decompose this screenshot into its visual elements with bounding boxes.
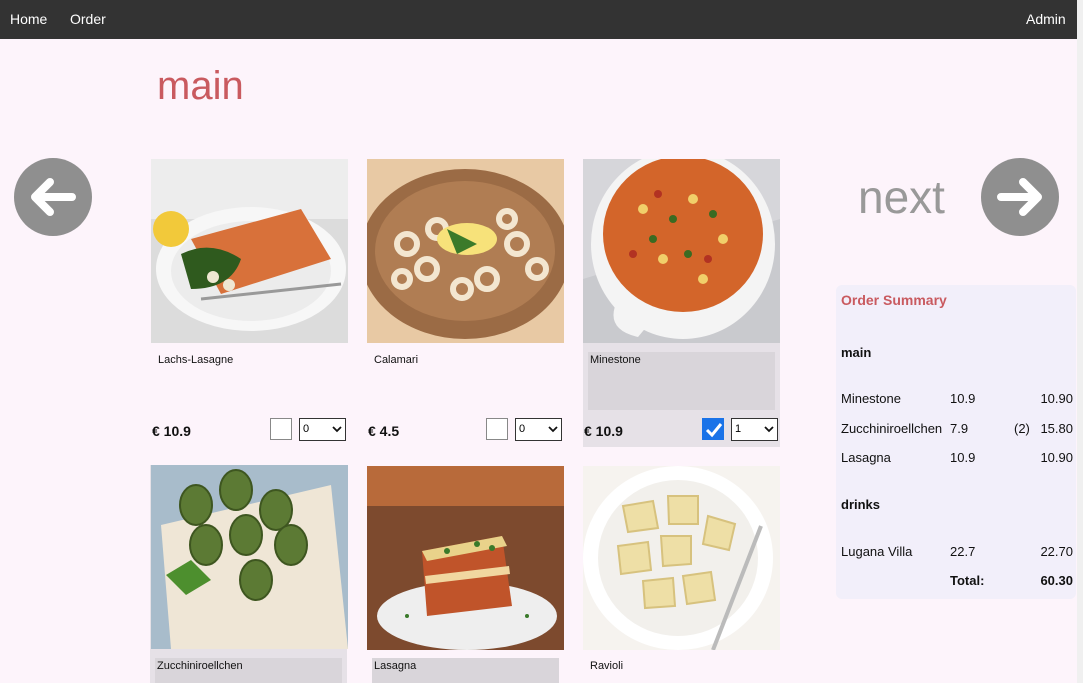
menu-card[interactable]: Lachs-Lasagne € 10.9 0 xyxy=(151,159,348,449)
order-summary-title: Order Summary xyxy=(841,292,947,308)
row-total: 15.80 xyxy=(1040,421,1073,436)
arrow-left-icon xyxy=(31,178,76,216)
quantity-select[interactable]: 0 xyxy=(299,418,346,441)
summary-section-title: drinks xyxy=(841,497,881,512)
scrollbar[interactable] xyxy=(1077,0,1083,683)
item-price: € 10.9 xyxy=(584,423,623,439)
checkmark-icon xyxy=(705,423,723,438)
item-name: Lachs-Lasagne xyxy=(158,354,234,366)
food-image xyxy=(583,466,780,650)
food-image xyxy=(367,159,564,343)
page-title: main xyxy=(157,64,244,108)
row-price: 7.9 xyxy=(950,421,969,436)
summary-total-row: Total: 60.30 xyxy=(841,573,1073,589)
summary-section-title: main xyxy=(841,345,872,360)
menu-card[interactable]: Lasagna xyxy=(367,466,564,683)
item-checkbox[interactable] xyxy=(702,418,724,440)
menu-card[interactable]: Zucchiniroellchen xyxy=(150,465,348,683)
row-name: Minestone xyxy=(841,391,901,406)
chevron-down-icon xyxy=(332,426,342,433)
nav-order-link[interactable]: Order xyxy=(70,11,106,27)
quantity-select[interactable]: 0 xyxy=(515,418,562,441)
row-price: 10.9 xyxy=(950,450,976,465)
item-name: Calamari xyxy=(374,354,419,366)
total-label: Total: xyxy=(950,573,985,588)
item-name: Minestone xyxy=(588,352,775,410)
menu-card[interactable]: Calamari € 4.5 0 xyxy=(367,159,564,449)
order-summary-panel: Order Summary main Minestone 10.9 10.90 … xyxy=(836,285,1076,599)
item-checkbox[interactable] xyxy=(270,418,292,440)
item-price: € 4.5 xyxy=(368,423,400,439)
menu-card[interactable]: Minestone € 10.9 1 xyxy=(583,159,780,447)
nav-admin-link[interactable]: Admin xyxy=(1026,11,1066,27)
item-checkbox[interactable] xyxy=(486,418,508,440)
chevron-down-icon xyxy=(548,426,558,433)
item-name: Ravioli xyxy=(590,660,624,672)
quantity-value: 0 xyxy=(519,423,526,435)
summary-row: Minestone 10.9 10.90 xyxy=(841,391,1073,407)
item-price: € 10.9 xyxy=(152,423,191,439)
food-image xyxy=(151,159,348,343)
row-total: 10.90 xyxy=(1040,391,1073,406)
summary-row: Lugana Villa 22.7 22.70 xyxy=(841,544,1073,560)
row-name: Zucchiniroellchen xyxy=(841,421,943,436)
summary-row: Zucchiniroellchen 7.9 (2) 15.80 xyxy=(841,421,1073,437)
row-price: 10.9 xyxy=(950,391,976,406)
row-total: 22.70 xyxy=(1040,544,1073,559)
quantity-select[interactable]: 1 xyxy=(731,418,778,441)
prev-button[interactable] xyxy=(14,158,92,236)
item-name: Zucchiniroellchen xyxy=(155,658,342,683)
menu-card[interactable]: Ravioli xyxy=(583,466,780,683)
quantity-value: 1 xyxy=(735,423,742,435)
quantity-value: 0 xyxy=(303,423,310,435)
chevron-down-icon xyxy=(764,426,774,433)
next-button[interactable] xyxy=(981,158,1059,236)
row-name: Lugana Villa xyxy=(841,544,913,559)
summary-row: Lasagna 10.9 10.90 xyxy=(841,450,1073,466)
food-image xyxy=(367,466,564,650)
item-name: Lasagna xyxy=(372,658,559,683)
row-total: 10.90 xyxy=(1040,450,1073,465)
food-image xyxy=(583,159,780,343)
row-qty: (2) xyxy=(1014,421,1030,436)
top-navbar: Home Order Admin xyxy=(0,0,1077,39)
nav-home-link[interactable]: Home xyxy=(10,11,47,27)
total-value: 60.30 xyxy=(1040,573,1073,588)
next-label[interactable]: next xyxy=(858,170,945,224)
arrow-right-icon xyxy=(997,178,1042,216)
food-image xyxy=(151,465,348,649)
row-name: Lasagna xyxy=(841,450,891,465)
row-price: 22.7 xyxy=(950,544,976,559)
